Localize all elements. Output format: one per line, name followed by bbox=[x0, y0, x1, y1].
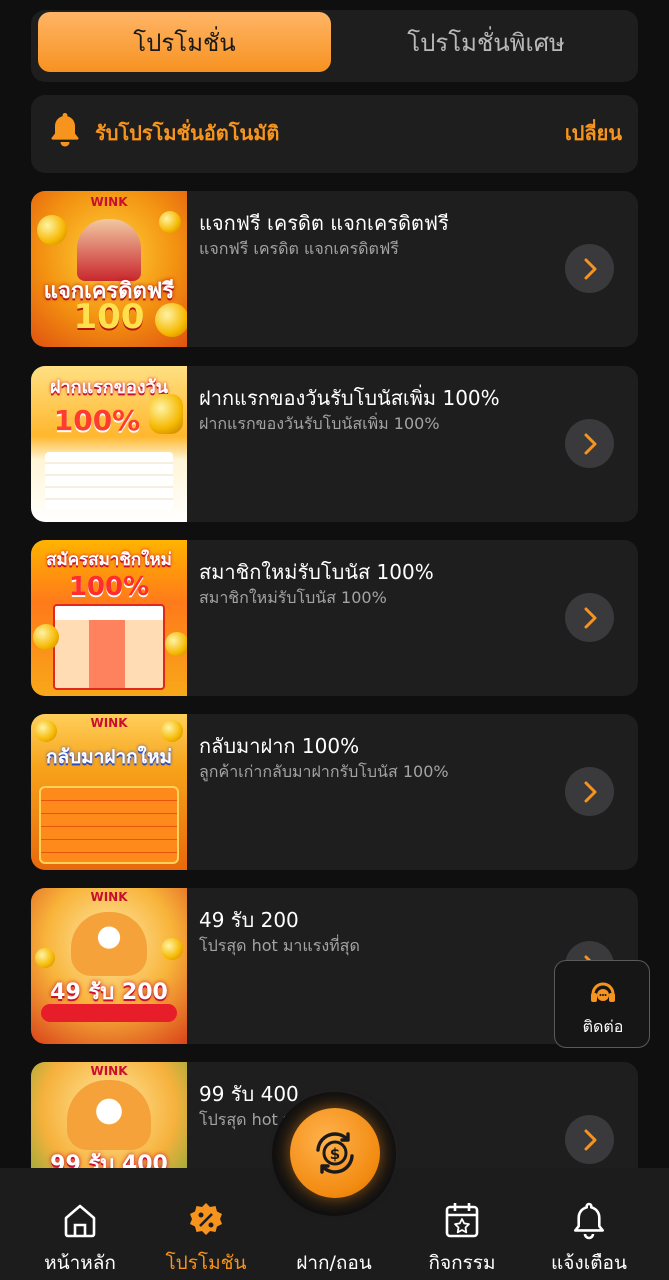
bell-icon bbox=[51, 113, 79, 147]
contact-label: ติดต่อ bbox=[582, 1017, 624, 1036]
banner-brand: WINK bbox=[90, 195, 128, 209]
calendar-star-icon bbox=[445, 1203, 479, 1238]
banner-text: สมัครสมาชิกใหม่ bbox=[46, 550, 172, 570]
promo-subtitle: ฝากแรกของวันรับโบนัสเพิ่ม 100% bbox=[199, 414, 440, 433]
nav-activities-label: กิจกรรม bbox=[428, 1252, 496, 1274]
promo-tab-bar: โปรโมชั่น โปรโมชั่นพิเศษ bbox=[31, 10, 638, 82]
nav-notifications-label: แจ้งเตือน bbox=[551, 1252, 627, 1274]
tab-special-promotions[interactable]: โปรโมชั่นพิเศษ bbox=[341, 12, 631, 72]
home-icon bbox=[64, 1204, 96, 1238]
promo-title: 49 รับ 200 bbox=[199, 908, 299, 932]
promo-subtitle: แจกฟรี เครดิต แจกเครดิตฟรี bbox=[199, 239, 399, 258]
headset-icon bbox=[591, 982, 615, 1002]
promo-card[interactable]: WINK กลับมาฝากใหม่ กลับมาฝาก 100% ลูกค้า… bbox=[31, 714, 638, 870]
nav-promotions-label: โปรโมชัน bbox=[165, 1252, 247, 1274]
promo-banner-image: สมัครสมาชิกใหม่ 100% bbox=[31, 540, 187, 696]
promo-subtitle: โปรสุด hot มาแรงที่สุด bbox=[199, 936, 360, 955]
promo-subtitle: สมาชิกใหม่รับโบนัส 100% bbox=[199, 588, 387, 607]
chevron-right-icon[interactable] bbox=[565, 1115, 614, 1164]
change-auto-promo-button[interactable]: เปลี่ยน bbox=[565, 117, 622, 149]
promo-title: สมาชิกใหม่รับโบนัส 100% bbox=[199, 560, 434, 584]
banner-brand: WINK bbox=[90, 1064, 128, 1078]
nav-notifications[interactable]: แจ้งเตือน bbox=[539, 1168, 639, 1280]
chevron-right-icon[interactable] bbox=[565, 767, 614, 816]
promo-title: ฝากแรกของวันรับโบนัสเพิ่ม 100% bbox=[199, 386, 500, 410]
nav-home[interactable]: หน้าหลัก bbox=[30, 1168, 130, 1280]
auto-promo-bar: รับโปรโมชั่นอัตโนมัติ เปลี่ยน bbox=[31, 95, 638, 173]
nav-deposit-withdraw-label: ฝาก/ถอน bbox=[296, 1252, 372, 1274]
promo-subtitle: ลูกค้าเก่ากลับมาฝากรับโบนัส 100% bbox=[199, 762, 449, 781]
promo-card[interactable]: WINK 49 รับ 200 49 รับ 200 โปรสุด hot มา… bbox=[31, 888, 638, 1044]
chevron-right-icon[interactable] bbox=[565, 419, 614, 468]
nav-home-label: หน้าหลัก bbox=[44, 1252, 116, 1274]
deposit-withdraw-button[interactable]: $ bbox=[290, 1108, 380, 1198]
deposit-withdraw-icon: $ bbox=[316, 1132, 354, 1174]
banner-text: กลับมาฝากใหม่ bbox=[45, 746, 173, 768]
nav-activities[interactable]: กิจกรรม bbox=[412, 1168, 512, 1280]
banner-number: 100 bbox=[73, 297, 145, 337]
promo-banner-image: WINK กลับมาฝากใหม่ bbox=[31, 714, 187, 870]
contact-button[interactable]: ติดต่อ bbox=[554, 960, 650, 1048]
chevron-right-icon[interactable] bbox=[565, 244, 614, 293]
bell-icon bbox=[574, 1202, 604, 1240]
promo-banner-image: ฝากแรกของวัน 100% bbox=[31, 366, 187, 522]
nav-promotions[interactable]: โปรโมชัน bbox=[156, 1168, 256, 1280]
promo-badge-icon bbox=[190, 1203, 222, 1235]
promo-banner-image: WINK แจกเครดิตฟรี 100 bbox=[31, 191, 187, 347]
promo-banner-image: WINK 49 รับ 200 bbox=[31, 888, 187, 1044]
promo-card[interactable]: WINK แจกเครดิตฟรี 100 แจกฟรี เครดิต แจกเ… bbox=[31, 191, 638, 347]
promo-title: กลับมาฝาก 100% bbox=[199, 734, 360, 758]
promo-title: แจกฟรี เครดิต แจกเครดิตฟรี bbox=[199, 211, 449, 235]
svg-text:$: $ bbox=[330, 1145, 340, 1163]
promo-card[interactable]: ฝากแรกของวัน 100% ฝากแรกของวันรับโบนัสเพ… bbox=[31, 366, 638, 522]
promo-title: 99 รับ 400 bbox=[199, 1082, 299, 1106]
chevron-right-icon[interactable] bbox=[565, 593, 614, 642]
promo-card[interactable]: สมัครสมาชิกใหม่ 100% สมาชิกใหม่รับโบนัส … bbox=[31, 540, 638, 696]
banner-number: 100% bbox=[68, 572, 150, 602]
auto-promo-label: รับโปรโมชั่นอัตโนมัติ bbox=[95, 121, 280, 145]
tab-promotions[interactable]: โปรโมชั่น bbox=[38, 12, 331, 72]
banner-brand: WINK bbox=[90, 890, 128, 904]
